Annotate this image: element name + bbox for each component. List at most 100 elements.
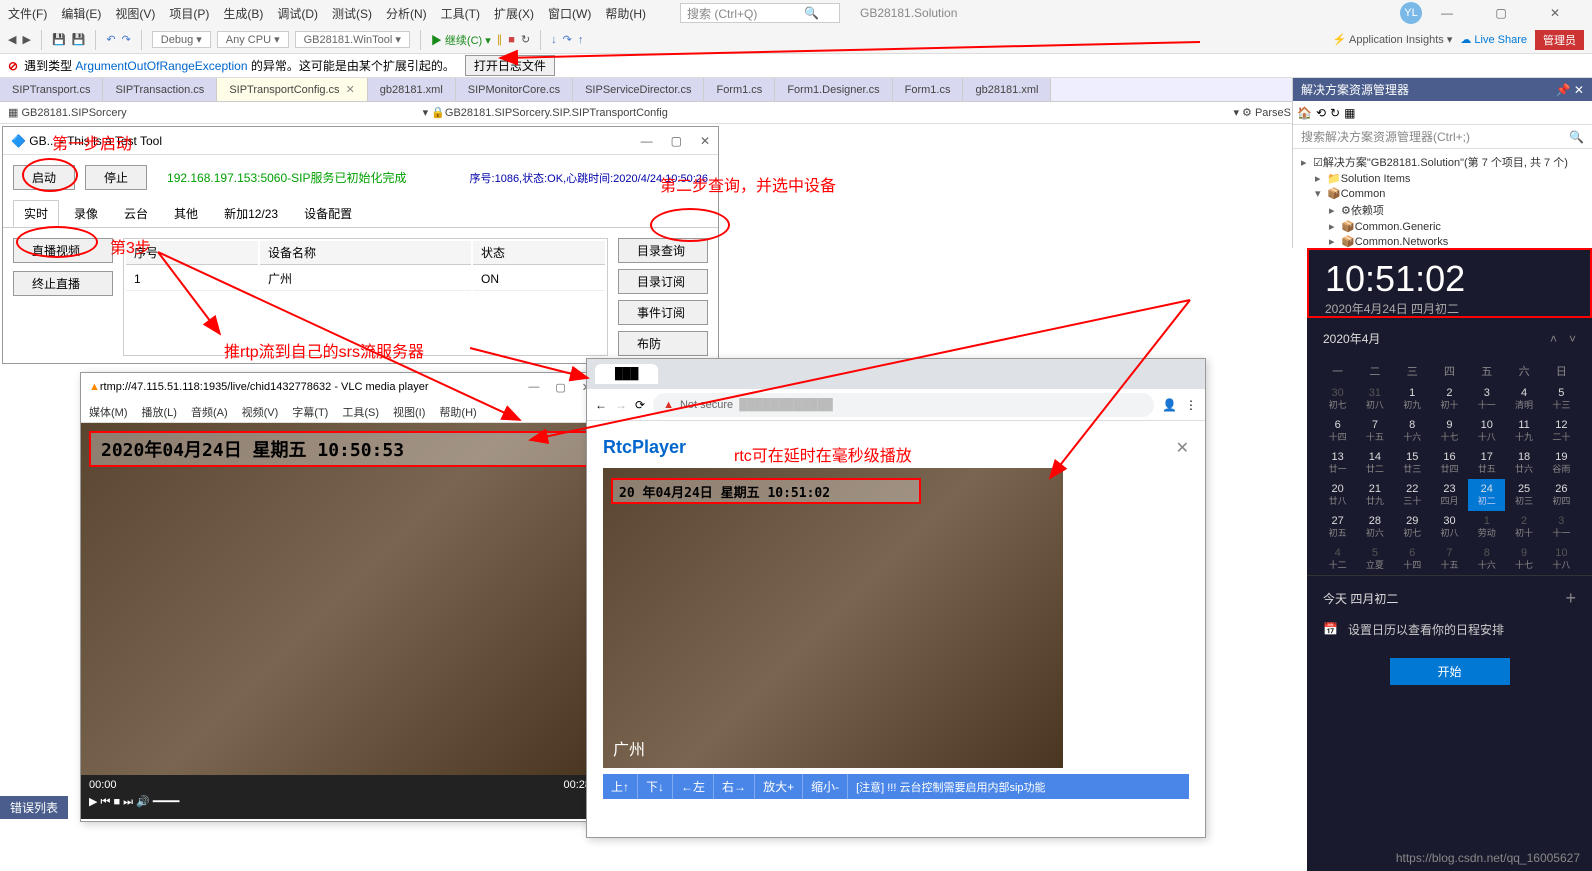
restart-icon[interactable]: ↻: [521, 33, 530, 46]
file-tab[interactable]: SIPTransportConfig.cs ✕: [217, 78, 367, 101]
address-bar[interactable]: ▲Not secure ████████████: [653, 393, 1154, 417]
cal-day[interactable]: 3十一: [1468, 383, 1505, 415]
browser-tab[interactable]: ███: [595, 364, 658, 384]
step-over-icon[interactable]: ↷: [563, 33, 572, 46]
cal-down-icon[interactable]: ˅: [1569, 332, 1576, 346]
cal-day[interactable]: 8十六: [1468, 543, 1505, 575]
cal-day[interactable]: 5立夏: [1356, 543, 1393, 575]
wintool-tab[interactable]: 云台: [113, 200, 159, 227]
vlc-menu-item[interactable]: 播放(L): [142, 404, 177, 420]
refresh-icon[interactable]: ↻: [1330, 106, 1340, 120]
step-into-icon[interactable]: ↓: [551, 34, 557, 46]
col-name[interactable]: 设备名称: [260, 241, 471, 265]
cal-day[interactable]: 9十七: [1505, 543, 1542, 575]
cal-day[interactable]: 18廿六: [1505, 447, 1542, 479]
wintool-tab[interactable]: 新加12/23: [213, 200, 289, 227]
pause-icon[interactable]: ∥: [497, 33, 503, 46]
menu-test[interactable]: 测试(S): [332, 5, 372, 22]
cal-day[interactable]: 9十七: [1431, 415, 1468, 447]
file-tab[interactable]: Form1.cs: [704, 78, 775, 101]
cal-day[interactable]: 2初十: [1505, 511, 1542, 543]
cal-day[interactable]: 6十四: [1394, 543, 1431, 575]
col-status[interactable]: 状态: [473, 241, 605, 265]
redo-icon[interactable]: ↷: [122, 33, 131, 46]
rtc-close-icon[interactable]: ✕: [1176, 438, 1189, 458]
cal-day[interactable]: 15廿三: [1394, 447, 1431, 479]
menu-analyze[interactable]: 分析(N): [386, 5, 427, 22]
wintool-tab[interactable]: 实时: [13, 200, 59, 227]
sln-item[interactable]: ▸📁 Solution Items: [1301, 171, 1584, 186]
menu-help[interactable]: 帮助(H): [605, 5, 646, 22]
home-icon[interactable]: 🏠: [1297, 106, 1312, 120]
cal-day[interactable]: 22三十: [1394, 479, 1431, 511]
menu-window[interactable]: 窗口(W): [548, 5, 591, 22]
cal-day[interactable]: 16廿四: [1431, 447, 1468, 479]
cal-day[interactable]: 12二十: [1543, 415, 1580, 447]
cal-day[interactable]: 24初二: [1468, 479, 1505, 511]
min-icon[interactable]: —: [528, 381, 539, 394]
cal-day[interactable]: 26初四: [1543, 479, 1580, 511]
cal-day[interactable]: 6十四: [1319, 415, 1356, 447]
menu-view[interactable]: 视图(V): [115, 5, 155, 22]
menu-ext[interactable]: 扩展(X): [494, 5, 534, 22]
nav-back-icon[interactable]: ◀: [8, 33, 16, 46]
cal-day[interactable]: 1初九: [1394, 383, 1431, 415]
open-log-button[interactable]: 打开日志文件: [465, 55, 555, 76]
sln-item[interactable]: ▸⚙ 依赖项: [1301, 201, 1584, 219]
nav-fwd-icon[interactable]: ▶: [22, 33, 30, 46]
file-tab[interactable]: SIPTransaction.cs: [103, 78, 217, 101]
cal-start-button[interactable]: 开始: [1390, 658, 1510, 685]
vlc-menu-item[interactable]: 音频(A): [191, 404, 228, 420]
sync-icon[interactable]: ⟲: [1316, 106, 1326, 120]
ptz-button[interactable]: 缩小-: [803, 774, 848, 799]
vlc-menu-item[interactable]: 帮助(H): [439, 404, 476, 420]
cal-day[interactable]: 20廿八: [1319, 479, 1356, 511]
sln-root[interactable]: ▸☑ 解决方案"GB28181.Solution"(第 7 个项目, 共 7 个…: [1301, 153, 1584, 171]
cal-day[interactable]: 28初六: [1356, 511, 1393, 543]
nav-back-icon[interactable]: ←: [595, 398, 607, 412]
stop-live-button[interactable]: 终止直播: [13, 271, 113, 296]
cal-day[interactable]: 17廿五: [1468, 447, 1505, 479]
user-icon[interactable]: 👤: [1162, 398, 1177, 412]
sln-item[interactable]: ▾📦 Common: [1301, 186, 1584, 201]
cal-day[interactable]: 13廿一: [1319, 447, 1356, 479]
wintool-tab[interactable]: 其他: [163, 200, 209, 227]
cal-day[interactable]: 11十九: [1505, 415, 1542, 447]
cal-day[interactable]: 29初七: [1394, 511, 1431, 543]
menu-tools[interactable]: 工具(T): [441, 5, 480, 22]
table-row[interactable]: 1广州ON: [126, 267, 605, 291]
cal-day[interactable]: 4十二: [1319, 543, 1356, 575]
menu-icon[interactable]: ⋮: [1185, 398, 1197, 412]
cal-month[interactable]: 2020年4月: [1323, 330, 1380, 347]
sln-item[interactable]: ▸📦 Common.Networks: [1301, 234, 1584, 249]
cal-add-icon[interactable]: +: [1565, 588, 1576, 609]
cal-day[interactable]: 14廿二: [1356, 447, 1393, 479]
menu-build[interactable]: 生成(B): [223, 5, 263, 22]
file-tab[interactable]: SIPMonitorCore.cs: [456, 78, 573, 101]
cal-day[interactable]: 31初八: [1356, 383, 1393, 415]
minimize-icon[interactable]: —: [1432, 6, 1462, 20]
file-tab[interactable]: gb28181.xml: [963, 78, 1051, 101]
cal-day[interactable]: 7十五: [1431, 543, 1468, 575]
file-tab[interactable]: Form1.cs: [893, 78, 964, 101]
cal-day[interactable]: 21廿九: [1356, 479, 1393, 511]
file-tab[interactable]: SIPTransport.cs: [0, 78, 103, 101]
vlc-menu-item[interactable]: 工具(S): [342, 404, 379, 420]
nav-fwd-icon[interactable]: →: [615, 398, 627, 412]
continue-button[interactable]: ▶ 继续(C) ▾: [431, 32, 491, 48]
live-share-button[interactable]: ☁ Live Share: [1460, 33, 1527, 46]
cal-day[interactable]: 30初七: [1319, 383, 1356, 415]
cal-day[interactable]: 5十三: [1543, 383, 1580, 415]
save-icon[interactable]: 💾: [52, 33, 66, 46]
ptz-button[interactable]: 放大+: [755, 774, 803, 799]
cal-day[interactable]: 10十八: [1543, 543, 1580, 575]
ptz-button[interactable]: 右→: [714, 774, 755, 799]
cal-day[interactable]: 1劳动: [1468, 511, 1505, 543]
wintool-tab[interactable]: 设备配置: [293, 200, 363, 227]
menu-debug[interactable]: 调试(D): [277, 5, 318, 22]
ptz-button[interactable]: ←左: [673, 774, 714, 799]
save-all-icon[interactable]: 💾: [72, 33, 86, 46]
query-button[interactable]: 事件订阅: [618, 300, 708, 325]
rtc-video[interactable]: 20 年04月24日 星期五 10:51:02 广州: [603, 468, 1063, 768]
stop-button[interactable]: 停止: [85, 165, 147, 190]
